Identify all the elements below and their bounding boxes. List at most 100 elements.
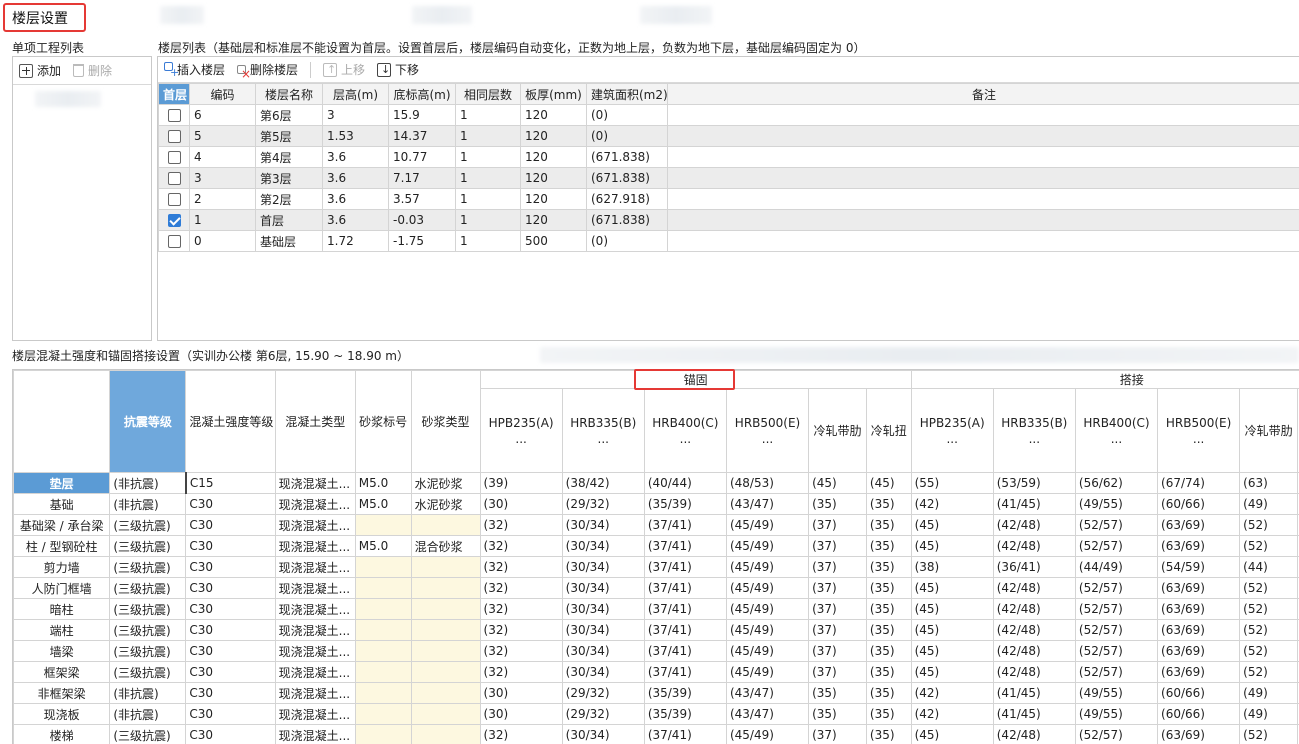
concrete-row[interactable]: 人防门框墙 (三级抗震) C30 现浇混凝土... (32) (30/34) (37/41)… xyxy=(13,577,1299,599)
floor-cell-thick[interactable]: 120 xyxy=(520,104,587,126)
lap-cell[interactable]: (36/41) xyxy=(992,556,1076,578)
component-name[interactable]: 非框架梁 xyxy=(13,682,111,704)
anchor-cell[interactable]: (32) xyxy=(479,556,563,578)
seismic-cell[interactable]: (三级抗震) xyxy=(109,619,187,641)
seismic-cell[interactable]: (三级抗震) xyxy=(109,556,187,578)
floor-cell-code[interactable]: 5 xyxy=(189,125,256,147)
anchor-cell[interactable]: (35/39) xyxy=(643,493,727,515)
mortar-grade-cell[interactable] xyxy=(354,682,412,704)
anchor-cell[interactable]: (35/39) xyxy=(643,682,727,704)
lap-cell[interactable]: (60/66) xyxy=(1157,493,1241,515)
lap-cell[interactable]: (42/48) xyxy=(992,661,1076,683)
anchor-cell[interactable]: (32) xyxy=(479,598,563,620)
lap-cell[interactable]: (45) xyxy=(910,514,994,536)
anchor-bar-header[interactable]: HRB500(E)... xyxy=(725,388,810,473)
floor-cell-area[interactable]: (627.918) xyxy=(586,188,668,210)
floor-cell-thick[interactable]: 120 xyxy=(520,146,587,168)
seismic-cell[interactable]: (非抗震) xyxy=(109,682,187,704)
concrete-type-header[interactable]: 混凝土类型 xyxy=(274,370,356,473)
first-floor-checkbox[interactable] xyxy=(167,214,181,227)
lap-cell[interactable]: (52/57) xyxy=(1074,535,1159,557)
anchor-cell[interactable]: (35) xyxy=(808,682,867,704)
component-name[interactable]: 柱 / 型钢砼柱 xyxy=(13,535,111,557)
lap-cell[interactable]: (52/57) xyxy=(1074,514,1159,536)
anchor-cell[interactable]: (43/47) xyxy=(725,682,810,704)
anchor-cell[interactable]: (39) xyxy=(479,472,563,494)
floor-cell-name[interactable]: 基础层 xyxy=(255,230,323,252)
strength-cell[interactable]: C30 xyxy=(185,598,276,620)
concrete-type-cell[interactable]: 现浇混凝土... xyxy=(274,682,356,704)
strength-cell[interactable]: C30 xyxy=(185,661,276,683)
concrete-row[interactable]: 基础梁 / 承台梁 (三级抗震) C30 现浇混凝土... (32) (30/34) (37… xyxy=(13,514,1299,536)
anchor-cell[interactable]: (32) xyxy=(479,577,563,599)
lap-cell[interactable]: (52/57) xyxy=(1074,661,1159,683)
floor-col-header[interactable]: 相同层数 xyxy=(455,83,521,105)
floor-cell-note[interactable] xyxy=(667,125,1299,147)
lap-cell[interactable]: (52) xyxy=(1239,619,1298,641)
anchor-cell[interactable]: (45/49) xyxy=(725,640,810,662)
lap-cell[interactable]: (60/66) xyxy=(1157,682,1241,704)
floor-cell-bottom[interactable]: -0.03 xyxy=(388,209,456,231)
project-list-item[interactable] xyxy=(35,91,101,107)
concrete-row[interactable]: 柱 / 型钢砼柱 (三级抗震) C30 现浇混凝土... M5.0 混合砂浆 (32) (30… xyxy=(13,535,1299,557)
floor-cell-same[interactable]: 1 xyxy=(455,146,521,168)
anchor-cell[interactable]: (35) xyxy=(808,493,867,515)
lap-bar-header[interactable]: 冷轧带肋 xyxy=(1239,388,1298,473)
floor-cell-same[interactable]: 1 xyxy=(455,188,521,210)
floor-col-header[interactable]: 编码 xyxy=(189,83,256,105)
concrete-type-cell[interactable]: 现浇混凝土... xyxy=(274,703,356,725)
anchor-cell[interactable]: (37) xyxy=(808,619,867,641)
strength-header[interactable]: 混凝土强度等级 xyxy=(185,370,276,473)
anchor-cell[interactable]: (35) xyxy=(865,556,912,578)
floor-cell-code[interactable]: 0 xyxy=(189,230,256,252)
anchor-cell[interactable]: (37/41) xyxy=(643,514,727,536)
strength-cell[interactable]: C30 xyxy=(185,640,276,662)
lap-cell[interactable]: (52/57) xyxy=(1074,724,1159,744)
first-floor-checkbox[interactable] xyxy=(167,172,181,185)
floor-col-header[interactable]: 层高(m) xyxy=(322,83,389,105)
mortar-grade-cell[interactable] xyxy=(354,703,412,725)
anchor-cell[interactable]: (30) xyxy=(479,682,563,704)
strength-cell[interactable]: C30 xyxy=(185,577,276,599)
add-project-button[interactable]: 添加 xyxy=(19,62,61,79)
lap-bar-header[interactable]: HRB335(B)... xyxy=(992,388,1076,473)
mortar-type-cell[interactable]: 水泥砂浆 xyxy=(410,493,481,515)
strength-cell[interactable]: C30 xyxy=(185,703,276,725)
mortar-grade-cell[interactable]: M5.0 xyxy=(354,472,412,494)
strength-cell[interactable]: C30 xyxy=(185,493,276,515)
lap-cell[interactable]: (63/69) xyxy=(1157,619,1241,641)
anchor-cell[interactable]: (30/34) xyxy=(561,535,645,557)
anchor-cell[interactable]: (29/32) xyxy=(561,703,645,725)
floor-cell-height[interactable]: 1.53 xyxy=(322,125,389,147)
concrete-type-cell[interactable]: 现浇混凝土... xyxy=(274,535,356,557)
lap-cell[interactable]: (54/59) xyxy=(1157,556,1241,578)
anchor-cell[interactable]: (32) xyxy=(479,514,563,536)
mortar-grade-cell[interactable] xyxy=(354,514,412,536)
floor-cell-code[interactable]: 3 xyxy=(189,167,256,189)
strength-cell[interactable]: C15 xyxy=(184,472,276,494)
anchor-cell[interactable]: (32) xyxy=(479,661,563,683)
lap-cell[interactable]: (52/57) xyxy=(1074,577,1159,599)
component-name[interactable]: 框架梁 xyxy=(13,661,111,683)
anchor-cell[interactable]: (45/49) xyxy=(725,514,810,536)
floor-cell-note[interactable] xyxy=(667,209,1299,231)
lap-cell[interactable]: (63/69) xyxy=(1157,598,1241,620)
anchor-cell[interactable]: (29/32) xyxy=(561,682,645,704)
anchor-cell[interactable]: (38/42) xyxy=(561,472,645,494)
mortar-type-cell[interactable] xyxy=(410,619,481,641)
lap-cell[interactable]: (52) xyxy=(1239,661,1298,683)
anchor-cell[interactable]: (30/34) xyxy=(561,661,645,683)
mortar-type-cell[interactable] xyxy=(410,556,481,578)
floor-cell-note[interactable] xyxy=(667,230,1299,252)
lap-cell[interactable]: (42/48) xyxy=(992,640,1076,662)
anchor-cell[interactable]: (37/41) xyxy=(643,556,727,578)
seismic-cell[interactable]: (三级抗震) xyxy=(109,724,187,744)
strength-cell[interactable]: C30 xyxy=(185,724,276,744)
anchor-cell[interactable]: (45/49) xyxy=(725,619,810,641)
lap-cell[interactable]: (42/48) xyxy=(992,598,1076,620)
floor-row[interactable]: 1 首层 3.6 -0.03 1 120 (671.838) xyxy=(158,209,1299,231)
floor-cell-name[interactable]: 第3层 xyxy=(255,167,323,189)
anchor-bar-header[interactable]: HRB335(B)... xyxy=(561,388,645,473)
floor-cell-bottom[interactable]: -1.75 xyxy=(388,230,456,252)
delete-project-button[interactable]: 删除 xyxy=(73,62,112,79)
